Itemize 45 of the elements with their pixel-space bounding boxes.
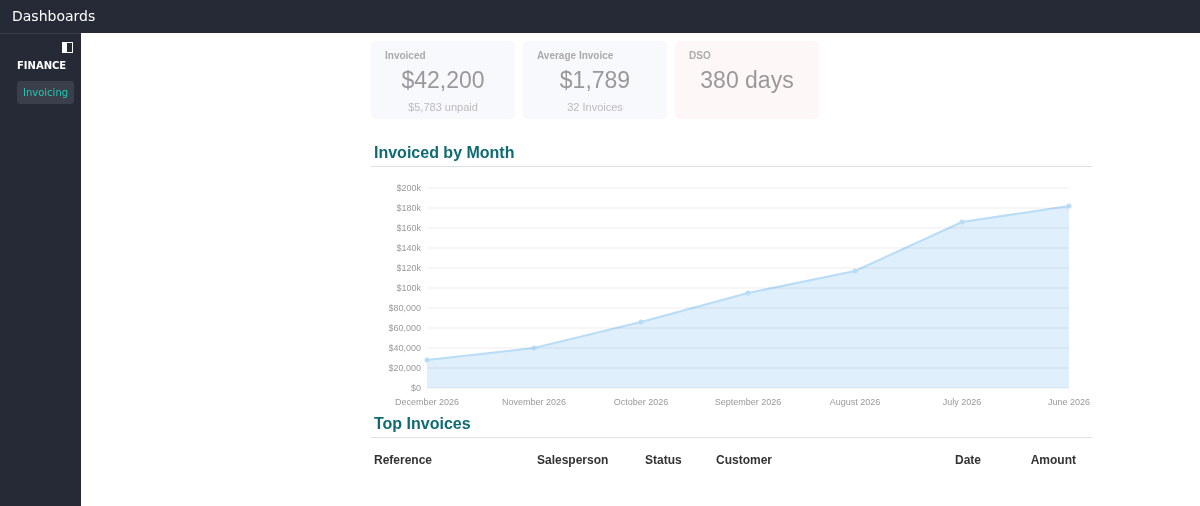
axis-label: $140k (396, 243, 421, 253)
card-label: DSO (689, 49, 711, 63)
axis-label: $180k (396, 203, 421, 213)
section-title: Invoiced by Month (374, 144, 515, 161)
column-header: Salesperson (537, 452, 609, 469)
data-point (1066, 203, 1072, 209)
column-header: Customer (716, 452, 772, 469)
sidebar-toggle-icon[interactable] (62, 42, 73, 53)
axis-label: $100k (396, 283, 421, 293)
axis-label: $20,000 (388, 363, 421, 373)
section-heading: FINANCE (17, 59, 67, 73)
card-subtext: $5,783 unpaid (408, 100, 478, 115)
axis-label: September 2026 (714, 397, 782, 407)
axis-label: December 2026 (395, 397, 459, 407)
axis-label: $200k (396, 183, 421, 193)
axis-label: $40,000 (388, 343, 421, 353)
card-value: $1,789 (559, 66, 631, 95)
column-header: Date (955, 452, 981, 469)
sidebar-item[interactable]: Invoicing (17, 81, 75, 104)
column-header: Amount (1030, 452, 1076, 469)
card-value: 380 days (700, 66, 794, 95)
section-title: Top Invoices (374, 415, 471, 432)
axis-label: $60,000 (388, 323, 421, 333)
data-point (745, 290, 751, 296)
axis-label: $0 (411, 383, 421, 393)
axis-label: August 2026 (829, 397, 881, 407)
data-point (531, 345, 537, 351)
data-point (852, 268, 858, 274)
column-header: Reference (374, 452, 433, 469)
data-point (959, 219, 965, 225)
axis-label: $120k (396, 263, 421, 273)
card-label: Average Invoice (537, 49, 614, 63)
data-point (638, 319, 644, 325)
axis-label: July 2026 (942, 397, 982, 407)
axis-label: June 2026 (1048, 397, 1090, 407)
app-title[interactable]: Dashboards (12, 6, 96, 27)
card-label: Invoiced (385, 49, 426, 63)
column-header: Status (645, 452, 682, 469)
data-point (424, 357, 430, 363)
axis-label: $80,000 (388, 303, 421, 313)
card-value: $42,200 (401, 66, 485, 95)
axis-label: $160k (396, 223, 421, 233)
axis-label: November 2026 (502, 397, 566, 407)
card-subtext: 32 Invoices (567, 100, 623, 115)
axis-label: October 2026 (613, 397, 669, 407)
